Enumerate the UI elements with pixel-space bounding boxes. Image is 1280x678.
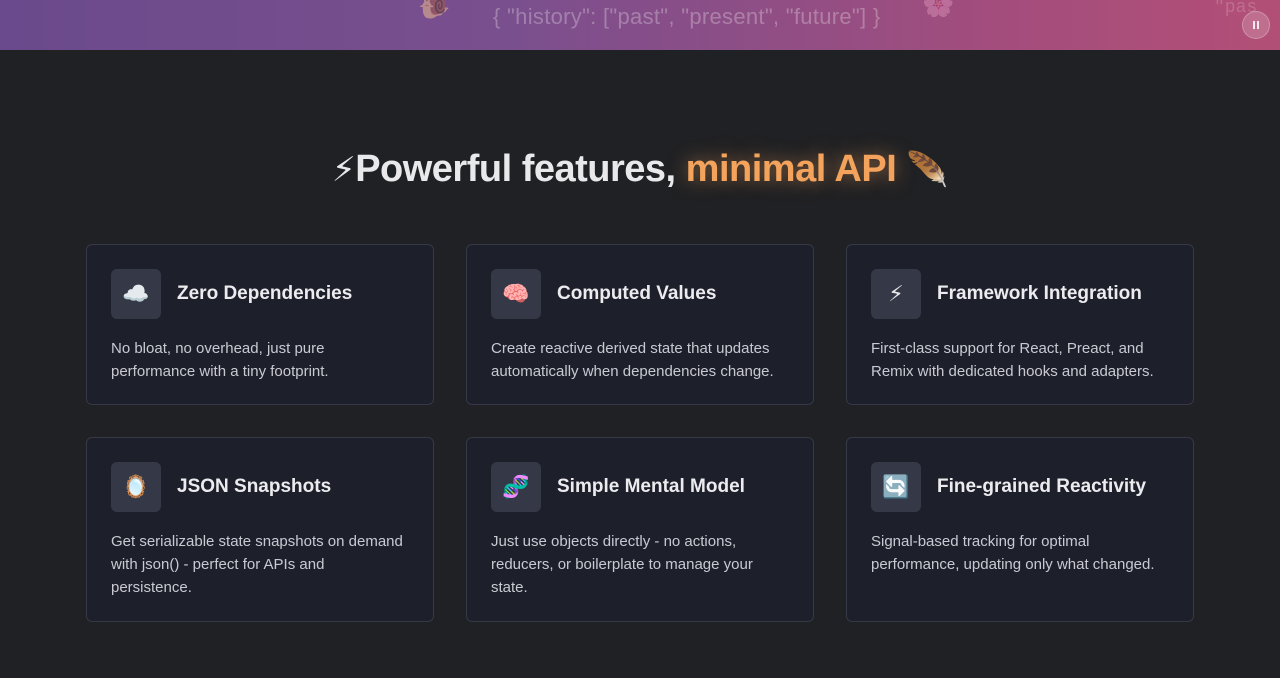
lightning-icon: ⚡ [871, 269, 921, 319]
hero-banner: 🐌 🌸 { "history": ["past", "present", "fu… [0, 0, 1280, 50]
feature-card-fine-grained-reactivity: 🔄 Fine-grained Reactivity Signal-based t… [846, 437, 1194, 622]
feature-description: Signal-based tracking for optimal perfor… [871, 533, 1155, 573]
title-highlight: minimal API [685, 148, 897, 190]
hero-code-snippet: { "history": ["past", "present", "future… [493, 4, 881, 29]
feature-title: Simple Mental Model [557, 476, 745, 497]
flower-icon: 🌸 [922, 0, 955, 18]
feature-card-framework-integration: ⚡ Framework Integration First-class supp… [846, 244, 1194, 405]
feature-title: Computed Values [557, 283, 717, 304]
lightning-icon: ⚡ [331, 151, 356, 189]
pause-icon [1253, 21, 1259, 29]
snail-icon: 🐌 [418, 0, 451, 20]
feature-card-computed-values: 🧠 Computed Values Create reactive derive… [466, 244, 814, 405]
feature-card-zero-dependencies: ☁️ Zero Dependencies No bloat, no overhe… [86, 244, 434, 405]
feature-description: Just use objects directly - no actions, … [491, 533, 753, 596]
mirror-icon: 🪞 [111, 462, 161, 512]
feature-title: Framework Integration [937, 283, 1142, 304]
section-title: ⚡Powerful features, minimal API 🪶 [0, 148, 1280, 191]
feature-title: JSON Snapshots [177, 476, 332, 497]
feature-description: First-class support for React, Preact, a… [871, 340, 1154, 380]
feature-title: Zero Dependencies [177, 283, 353, 304]
cloud-icon: ☁️ [111, 269, 161, 319]
feature-description: Create reactive derived state that updat… [491, 340, 774, 380]
feather-icon: 🪶 [906, 151, 949, 189]
title-text: Powerful features, [355, 148, 676, 190]
feature-card-simple-mental-model: 🧬 Simple Mental Model Just use objects d… [466, 437, 814, 622]
feature-description: Get serializable state snapshots on dema… [111, 533, 403, 596]
feature-card-json-snapshots: 🪞 JSON Snapshots Get serializable state … [86, 437, 434, 622]
feature-title: Fine-grained Reactivity [937, 476, 1147, 497]
dna-icon: 🧬 [491, 462, 541, 512]
pause-animation-button[interactable] [1242, 11, 1270, 39]
brain-icon: 🧠 [491, 269, 541, 319]
refresh-icon: 🔄 [871, 462, 921, 512]
feature-description: No bloat, no overhead, just pure perform… [111, 340, 329, 380]
